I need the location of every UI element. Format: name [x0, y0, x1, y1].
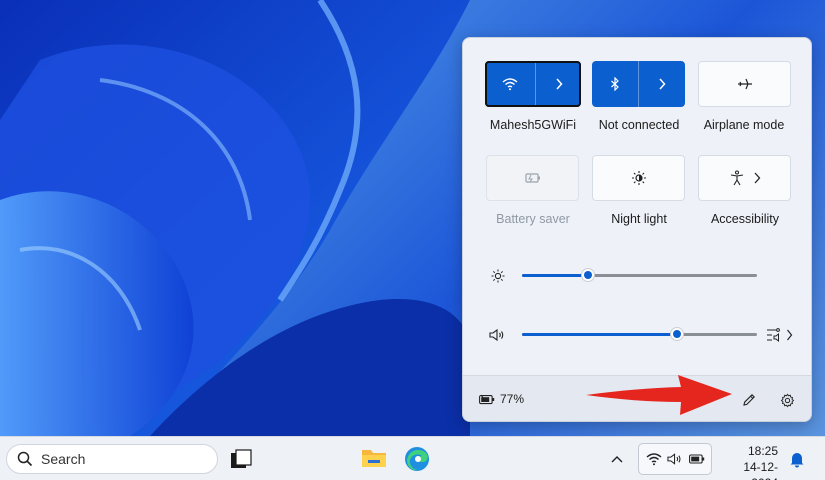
speaker-icon: [666, 453, 681, 465]
battery-saver-tile[interactable]: [486, 155, 579, 201]
quick-settings-panel: Mahesh5GWiFi Not connected Airplane mode: [462, 37, 812, 422]
clock-date: 14-12-2024: [743, 460, 778, 480]
chevron-right-icon: [754, 172, 760, 184]
file-explorer-icon: [362, 450, 386, 467]
night-light-icon: [631, 171, 646, 185]
show-hidden-chevron-icon: [611, 456, 623, 463]
chevron-right-icon: [659, 78, 666, 90]
search-placeholder: Search: [41, 451, 86, 467]
task-view-button[interactable]: [230, 449, 252, 469]
edge-browser-button[interactable]: [403, 445, 431, 473]
audio-output-button[interactable]: [766, 325, 798, 345]
edit-pencil-icon: [743, 394, 755, 406]
volume-slider-row: [463, 323, 811, 347]
brightness-icon: [491, 269, 505, 283]
airplane-mode-label: Airplane mode: [703, 118, 785, 132]
accessibility-tile[interactable]: [698, 155, 791, 201]
wifi-tile-label: Mahesh5GWiFi: [489, 118, 577, 132]
battery-icon: [479, 394, 495, 404]
night-light-tile[interactable]: [592, 155, 685, 201]
bluetooth-expand-button[interactable]: [639, 61, 685, 107]
brightness-slider-fill: [522, 274, 588, 277]
bluetooth-tile-label: Not connected: [598, 118, 680, 132]
clock-time: 18:25: [747, 444, 778, 458]
accessibility-label: Accessibility: [710, 212, 780, 226]
airplane-icon: [737, 78, 752, 90]
battery-percentage: 77%: [500, 392, 525, 406]
battery-status[interactable]: 77%: [479, 392, 524, 406]
accessibility-icon: [730, 170, 743, 186]
annotation-arrow: [586, 375, 732, 415]
search-icon: [17, 451, 33, 467]
bluetooth-icon: [611, 77, 619, 91]
notification-bell-icon: [790, 453, 804, 468]
wifi-toggle[interactable]: [485, 61, 535, 107]
night-light-label: Night light: [611, 212, 667, 226]
edge-browser-icon: [405, 447, 429, 471]
taskbar: Search 18:25 14-12-: [0, 436, 825, 480]
battery-saver-icon: [524, 173, 540, 183]
wifi-icon: [502, 78, 518, 91]
all-settings-button[interactable]: [777, 390, 797, 410]
show-hidden-icons-button[interactable]: [610, 451, 626, 465]
file-explorer-button[interactable]: [360, 445, 388, 471]
airplane-mode-tile[interactable]: [698, 61, 791, 107]
settings-gear-icon: [780, 393, 794, 407]
chevron-right-icon: [555, 78, 563, 90]
edit-quick-settings-button[interactable]: [739, 390, 759, 410]
brightness-slider-thumb[interactable]: [581, 268, 595, 282]
battery-saver-label: Battery saver: [496, 212, 570, 226]
audio-output-icon: [767, 328, 780, 343]
bluetooth-tile[interactable]: [592, 61, 685, 107]
wifi-tile[interactable]: [485, 61, 581, 107]
battery-icon: [688, 454, 704, 464]
speaker-icon[interactable]: [489, 328, 507, 342]
taskbar-clock[interactable]: 18:25 14-12-2024: [718, 443, 778, 480]
volume-slider-fill: [522, 333, 677, 336]
bluetooth-toggle[interactable]: [592, 61, 638, 107]
wifi-icon: [646, 453, 661, 466]
system-tray-quick-settings-button[interactable]: [638, 443, 712, 475]
wifi-expand-button[interactable]: [536, 61, 581, 107]
task-view-icon: [231, 449, 252, 468]
taskbar-search-box[interactable]: Search: [6, 444, 218, 474]
chevron-right-icon: [787, 329, 793, 341]
quick-settings-body: Mahesh5GWiFi Not connected Airplane mode: [463, 38, 811, 375]
brightness-slider-row: [463, 264, 811, 288]
notification-center-button[interactable]: [789, 450, 807, 468]
volume-slider-thumb[interactable]: [670, 327, 684, 341]
